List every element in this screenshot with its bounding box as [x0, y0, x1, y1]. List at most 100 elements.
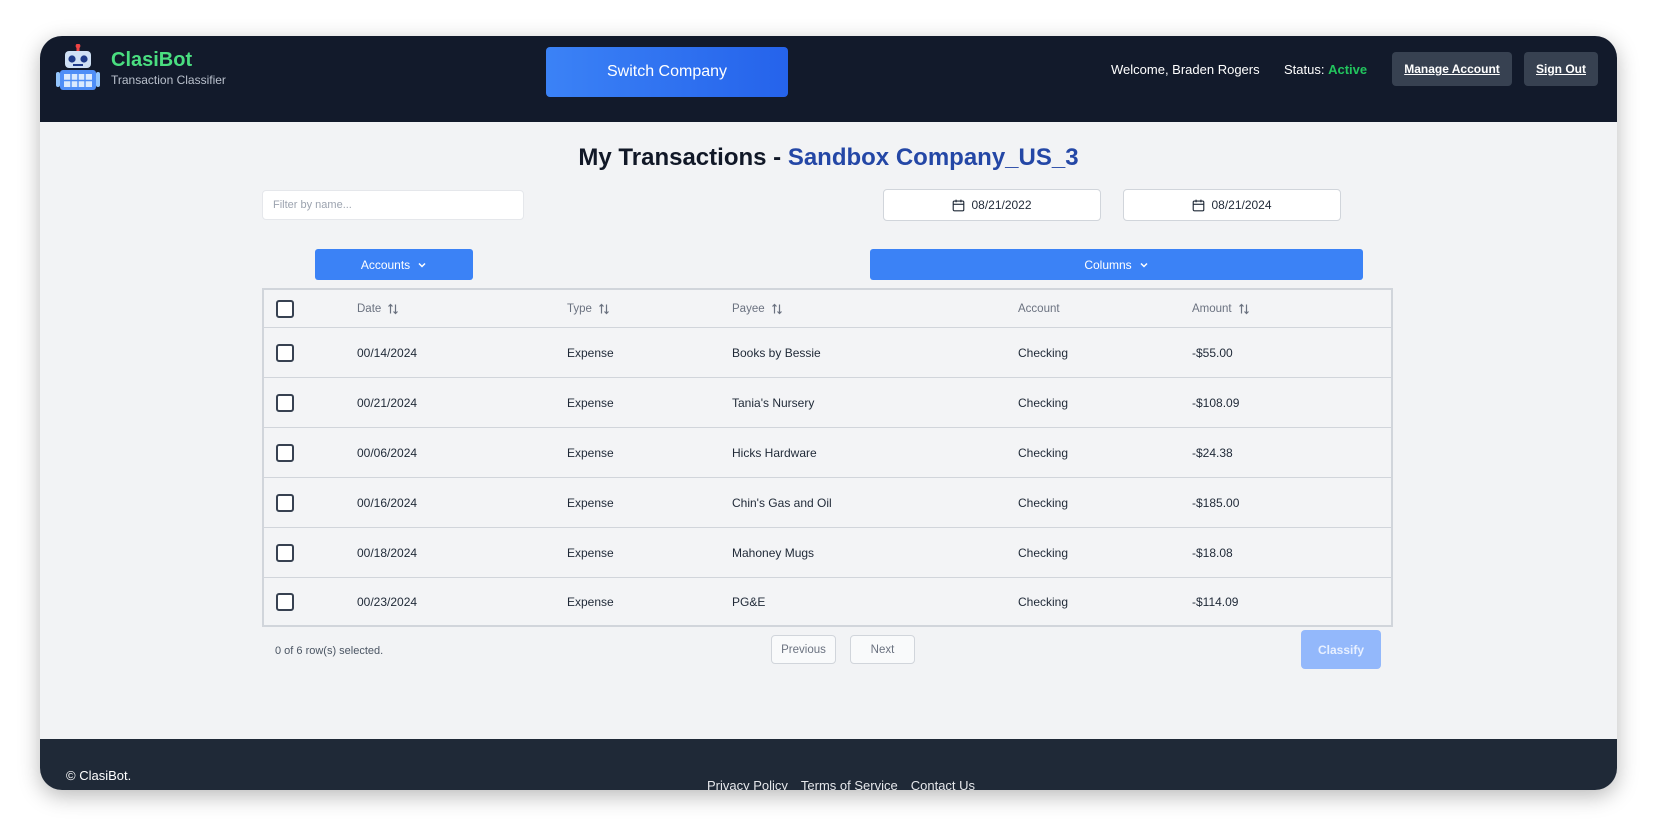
cell-type: Expense	[567, 345, 614, 360]
cell-account: Checking	[1018, 445, 1069, 460]
cell-type: Expense	[567, 545, 614, 560]
cell-date: 00/14/2024	[357, 345, 418, 360]
footer: © ClasiBot. Privacy Policy Terms of Serv…	[40, 739, 1617, 790]
cell-payee: Mahoney Mugs	[732, 545, 815, 560]
cell-date: 00/21/2024	[357, 395, 418, 410]
table-row[interactable]: 00/21/2024 Expense Tania's Nursery Check…	[264, 378, 1391, 428]
column-header-date[interactable]: Date	[357, 290, 399, 327]
cell-payee: PG&E	[732, 594, 766, 609]
cell-account: Checking	[1018, 594, 1069, 609]
page-title-prefix: My Transactions -	[578, 144, 788, 171]
accounts-dropdown[interactable]: Accounts	[315, 249, 473, 280]
brand[interactable]: ClasiBot Transaction Classifier	[56, 44, 226, 92]
table-row[interactable]: 00/18/2024 Expense Mahoney Mugs Checking…	[264, 528, 1391, 578]
row-select-cell	[276, 428, 294, 477]
copyright-text: © ClasiBot.	[66, 768, 132, 783]
column-header-amount[interactable]: Amount	[1192, 290, 1250, 327]
column-label: Date	[357, 302, 382, 315]
cell-date: 00/16/2024	[357, 495, 418, 510]
row-checkbox[interactable]	[276, 592, 294, 611]
transactions-table: Date Type Payee Account Amount 00/14/202…	[262, 288, 1393, 627]
top-header: ClasiBot Transaction Classifier Switch C…	[40, 36, 1617, 122]
welcome-text: Welcome, Braden Rogers	[1111, 62, 1260, 77]
columns-label: Columns	[1084, 257, 1132, 272]
column-label: Type	[567, 302, 592, 315]
row-checkbox[interactable]	[276, 543, 294, 562]
footer-links: Privacy Policy Terms of Service Contact …	[707, 778, 988, 790]
table-row[interactable]: 00/23/2024 Expense PG&E Checking -$114.0…	[264, 578, 1391, 625]
end-date-picker[interactable]: 08/21/2024	[1123, 189, 1341, 221]
selected-row-count: 0 of 6 row(s) selected.	[275, 645, 384, 657]
cell-account: Checking	[1018, 395, 1069, 410]
table-row[interactable]: 00/06/2024 Expense Hicks Hardware Checki…	[264, 428, 1391, 478]
cell-amount: -$185.00	[1192, 495, 1240, 510]
start-date-value: 08/21/2022	[971, 198, 1032, 212]
contact-us-link[interactable]: Contact Us	[911, 778, 975, 790]
robot-logo-icon	[56, 44, 100, 90]
row-select-cell	[276, 578, 294, 625]
cell-date: 00/18/2024	[357, 545, 418, 560]
accounts-label: Accounts	[360, 257, 411, 272]
sort-icon	[1238, 303, 1249, 314]
manage-account-button[interactable]: Manage Account	[1392, 52, 1512, 86]
table-header-row: Date Type Payee Account Amount	[264, 290, 1391, 328]
app-window: ClasiBot Transaction Classifier Switch C…	[40, 36, 1617, 790]
company-name: Sandbox Company_US_3	[787, 144, 1079, 171]
cell-date: 00/06/2024	[357, 445, 418, 460]
cell-payee: Books by Bessie	[732, 345, 821, 360]
page-title: My Transactions - Sandbox Company_US_3	[40, 144, 1617, 172]
column-label: Amount	[1192, 302, 1232, 315]
brand-subtitle: Transaction Classifier	[111, 73, 226, 87]
row-checkbox[interactable]	[276, 393, 294, 412]
row-select-cell	[276, 528, 294, 577]
terms-of-service-link[interactable]: Terms of Service	[801, 778, 898, 790]
brand-text: ClasiBot Transaction Classifier	[111, 49, 226, 87]
sign-out-button[interactable]: Sign Out	[1524, 52, 1598, 86]
select-all-cell	[276, 290, 294, 327]
status-label: Status:	[1284, 62, 1325, 77]
classify-button[interactable]: Classify	[1301, 630, 1381, 669]
cell-amount: -$18.08	[1192, 545, 1233, 560]
column-header-payee[interactable]: Payee	[732, 290, 783, 327]
row-select-cell	[276, 478, 294, 527]
cell-type: Expense	[567, 445, 614, 460]
column-label: Payee	[732, 302, 765, 315]
cell-account: Checking	[1018, 345, 1069, 360]
column-header-account: Account	[1018, 290, 1060, 327]
columns-dropdown[interactable]: Columns	[870, 249, 1363, 280]
status-badge: Active	[1328, 62, 1368, 77]
table-row[interactable]: 00/16/2024 Expense Chin's Gas and Oil Ch…	[264, 478, 1391, 528]
sort-icon	[388, 303, 399, 314]
cell-payee: Hicks Hardware	[732, 445, 817, 460]
chevron-down-icon	[1140, 262, 1148, 268]
cell-type: Expense	[567, 495, 614, 510]
previous-page-button[interactable]: Previous	[771, 635, 836, 664]
calendar-icon	[1193, 199, 1205, 211]
cell-amount: -$55.00	[1192, 345, 1233, 360]
status-indicator: Status: Active	[1284, 62, 1367, 77]
next-page-button[interactable]: Next	[850, 635, 915, 664]
select-all-checkbox[interactable]	[276, 299, 294, 318]
row-checkbox[interactable]	[276, 343, 294, 362]
privacy-policy-link[interactable]: Privacy Policy	[707, 778, 788, 790]
column-label: Account	[1018, 302, 1060, 315]
table-row[interactable]: 00/14/2024 Expense Books by Bessie Check…	[264, 328, 1391, 378]
end-date-value: 08/21/2024	[1211, 198, 1272, 212]
column-header-type[interactable]: Type	[567, 290, 610, 327]
chevron-down-icon	[418, 262, 426, 268]
row-select-cell	[276, 378, 294, 427]
switch-company-button[interactable]: Switch Company	[546, 47, 788, 97]
name-filter-input[interactable]	[262, 190, 524, 220]
row-checkbox[interactable]	[276, 493, 294, 512]
cell-type: Expense	[567, 395, 614, 410]
cell-date: 00/23/2024	[357, 594, 418, 609]
sort-icon	[599, 303, 609, 314]
row-checkbox[interactable]	[276, 443, 294, 462]
cell-account: Checking	[1018, 495, 1069, 510]
sort-icon	[771, 303, 782, 314]
calendar-icon	[953, 199, 965, 211]
row-select-cell	[276, 328, 294, 377]
brand-name: ClasiBot	[111, 49, 193, 71]
start-date-picker[interactable]: 08/21/2022	[883, 189, 1101, 221]
cell-payee: Tania's Nursery	[732, 395, 815, 410]
